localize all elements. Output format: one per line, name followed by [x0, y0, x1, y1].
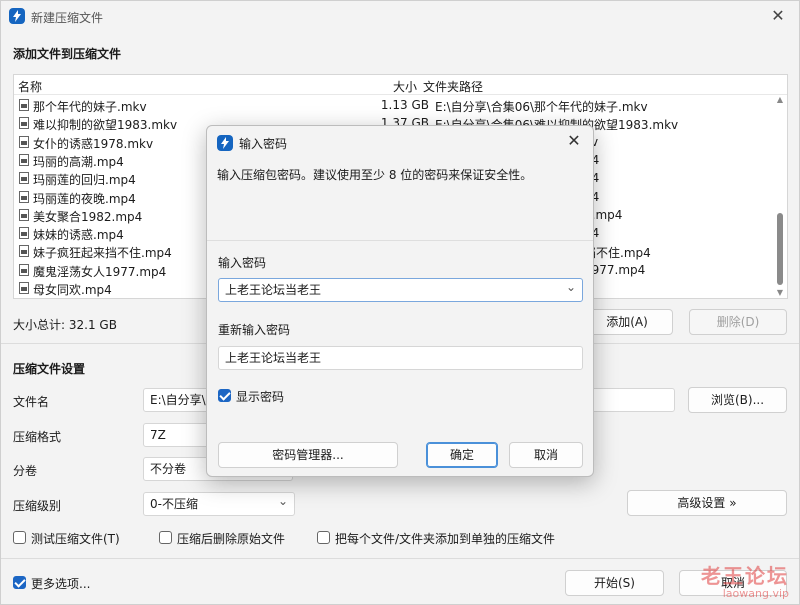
file-path: 2.mp4 — [584, 207, 623, 222]
file-name: 那个年代的妹子.mkv — [33, 100, 147, 114]
dialog-title: 输入密码 — [239, 137, 288, 151]
file-name: 玛丽莲的回归.mp4 — [33, 173, 136, 188]
file-row[interactable]: 那个年代的妹子.mkv 1.13 GB E:\自分享\合集06\那个年代的妹子.mk… — [14, 96, 774, 114]
close-icon[interactable]: ✕ — [563, 131, 585, 151]
more-options-checkbox[interactable] — [13, 576, 26, 589]
file-path: p4 — [584, 153, 759, 167]
confirm-password-input[interactable]: 上老王论坛当老王 — [218, 346, 583, 370]
password-label: 输入密码 — [218, 256, 267, 270]
separate-archives-checkbox[interactable] — [317, 531, 330, 544]
test-archive-checkbox[interactable] — [13, 531, 26, 544]
video-file-icon — [19, 282, 29, 294]
advanced-settings-button[interactable]: 高级设置 » — [627, 490, 787, 516]
test-archive-label[interactable]: 测试压缩文件(T) — [31, 530, 120, 547]
column-size[interactable]: 大小 — [393, 78, 417, 95]
video-file-icon — [19, 99, 29, 111]
format-label: 压缩格式 — [13, 430, 62, 444]
file-name: 魔鬼淫荡女人1977.mp4 — [33, 264, 167, 279]
browse-button[interactable]: 浏览(B)... — [688, 387, 787, 413]
video-file-icon — [19, 227, 29, 240]
file-name: 玛丽莲的夜晚.mp4 — [33, 191, 136, 206]
video-file-icon — [19, 263, 29, 276]
more-options-label[interactable]: 更多选项... — [31, 575, 90, 592]
file-name: 玛丽的高潮.mp4 — [33, 154, 124, 169]
show-password-checkbox[interactable] — [218, 389, 231, 402]
password-dialog: 输入密码 ✕ 输入压缩包密码。建议使用至少 8 位的密码来保证安全性。 输入密码… — [206, 125, 594, 477]
title-bar: 新建压缩文件 ✕ — [1, 1, 799, 31]
file-name: 妹子疯狂起来挡不住.mp4 — [33, 246, 172, 261]
dialog-divider — [207, 240, 593, 241]
video-file-icon — [19, 172, 29, 185]
password-manager-button[interactable]: 密码管理器... — [218, 442, 398, 468]
file-name: 妹妹的诱惑.mp4 — [33, 228, 124, 243]
delete-button[interactable]: 删除(D) — [689, 309, 787, 335]
show-password-label[interactable]: 显示密码 — [236, 388, 284, 405]
level-label: 压缩级别 — [13, 499, 62, 513]
separate-archives-label[interactable]: 把每个文件/文件夹添加到单独的压缩文件 — [335, 530, 555, 547]
column-path[interactable]: 文件夹路径 — [423, 78, 483, 95]
ok-button[interactable]: 确定 — [426, 442, 498, 468]
filename-label: 文件名 — [13, 395, 50, 409]
confirm-password-label: 重新输入密码 — [218, 323, 291, 337]
video-file-icon — [19, 190, 29, 203]
watermark: 老王论坛 laowang.vip — [701, 560, 789, 600]
file-name: 美女聚合1982.mp4 — [33, 209, 143, 224]
file-path: kv — [584, 135, 759, 149]
scroll-down-icon[interactable]: ▼ — [776, 288, 784, 297]
video-file-icon — [19, 153, 29, 166]
divider — [1, 558, 799, 559]
password-input[interactable]: 上老王论坛当老王 — [218, 278, 583, 302]
file-path: 1977.mp4 — [584, 262, 646, 277]
file-name: 女仆的诱惑1978.mkv — [33, 136, 154, 151]
file-size: 1.13 GB — [380, 98, 429, 112]
split-label: 分卷 — [13, 464, 38, 478]
start-button[interactable]: 开始(S) — [565, 570, 664, 596]
video-file-icon — [19, 117, 29, 130]
delete-after-checkbox[interactable] — [159, 531, 172, 544]
delete-after-label[interactable]: 压缩后删除原始文件 — [177, 530, 285, 547]
column-name[interactable]: 名称 — [18, 78, 42, 95]
file-path: p4 — [584, 226, 759, 240]
file-path: p4 — [584, 190, 759, 204]
level-select[interactable]: 0-不压缩 — [143, 492, 295, 516]
total-size: 大小总计: 32.1 GB — [13, 318, 117, 332]
file-list-header: 名称 大小 文件夹路径 — [14, 75, 787, 95]
file-path: 挡不住.mp4 — [584, 246, 651, 261]
scroll-up-icon[interactable]: ▲ — [776, 95, 784, 104]
winrar-icon — [217, 135, 233, 151]
winrar-icon — [9, 8, 25, 24]
close-icon[interactable]: ✕ — [767, 6, 789, 26]
add-button[interactable]: 添加(A) — [581, 309, 673, 335]
file-path: p4 — [584, 171, 759, 185]
video-file-icon — [19, 208, 29, 221]
add-files-heading: 添加文件到压缩文件 — [13, 47, 122, 61]
watermark-text: 老王论坛 — [701, 564, 789, 588]
scroll-thumb[interactable] — [777, 213, 783, 285]
dialog-cancel-button[interactable]: 取消 — [509, 442, 583, 468]
video-file-icon — [19, 245, 29, 258]
settings-heading: 压缩文件设置 — [13, 362, 86, 376]
file-list-scrollbar[interactable]: ▲ ▼ — [775, 95, 785, 297]
file-path: E:\自分享\合集06\那个年代的妹子.mkv — [435, 100, 648, 114]
dialog-description: 输入压缩包密码。建议使用至少 8 位的密码来保证安全性。 — [217, 168, 533, 182]
file-name: 母女同欢.mp4 — [33, 283, 112, 297]
file-name: 难以抑制的欲望1983.mkv — [33, 118, 178, 133]
video-file-icon — [19, 135, 29, 148]
window-title: 新建压缩文件 — [31, 11, 104, 25]
